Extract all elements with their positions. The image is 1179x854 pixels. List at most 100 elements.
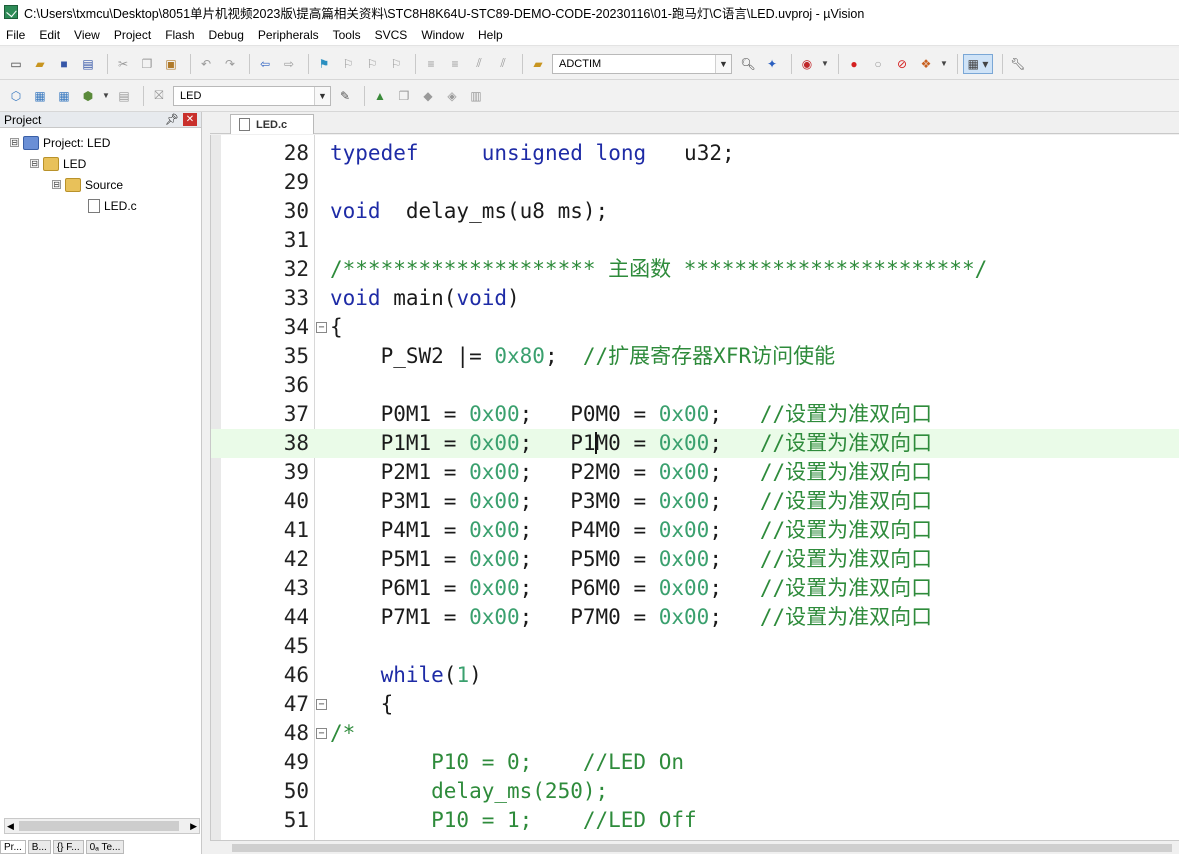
kill-breakpoints-icon[interactable]: ⊘ [892, 54, 912, 74]
scroll-left-icon[interactable]: ◀ [7, 821, 14, 832]
wrench-icon[interactable]: 🔧︎ [1008, 54, 1028, 74]
build-icon[interactable]: ▦ [30, 86, 50, 106]
menu-view[interactable]: View [74, 28, 100, 42]
fold-toggle-icon[interactable]: − [316, 728, 327, 739]
code-line[interactable]: 29 [211, 168, 1179, 197]
fold-toggle-icon[interactable]: − [316, 322, 327, 333]
code-line[interactable]: 50 delay_ms(250); [211, 777, 1179, 806]
code-line[interactable]: 48−/* [211, 719, 1179, 748]
collapse-icon[interactable]: ⊟ [52, 180, 61, 189]
bookmark-icon[interactable]: ⚑ [314, 54, 334, 74]
batch-build-icon[interactable]: ⬢ [78, 86, 98, 106]
stop-build-icon[interactable]: ⛝ [149, 86, 169, 106]
code-line[interactable]: 34−{ [211, 313, 1179, 342]
code-line[interactable]: 45 [211, 632, 1179, 661]
tab-project[interactable]: Pr... [0, 840, 26, 854]
code-editor[interactable]: 28 typedef unsigned long u32; 29 30 void del… [210, 135, 1179, 840]
code-line[interactable]: 30 void delay_ms(u8 ms); [211, 197, 1179, 226]
code-line[interactable]: 33 void main(void) [211, 284, 1179, 313]
tab-led-c[interactable]: LED.c [230, 114, 314, 134]
clear-bookmarks-icon[interactable]: ⚐ [386, 54, 406, 74]
translate-icon[interactable]: ⬡ [6, 86, 26, 106]
target-combo[interactable]: LED ▼ [173, 85, 331, 106]
menu-window[interactable]: Window [421, 28, 464, 42]
code-line[interactable]: 43 P6M1 = 0x00; P6M0 = 0x00; //设置为准双向口 [211, 574, 1179, 603]
menu-flash[interactable]: Flash [165, 28, 194, 42]
menu-svcs[interactable]: SVCS [375, 28, 408, 42]
code-line[interactable]: 42 P5M1 = 0x00; P5M0 = 0x00; //设置为准双向口 [211, 545, 1179, 574]
rebuild-icon[interactable]: ▦ [54, 86, 74, 106]
save-all-icon[interactable]: ▤ [78, 54, 98, 74]
target-options-icon[interactable]: ✎ [335, 86, 355, 106]
manage-components-icon[interactable]: ▲ [370, 86, 390, 106]
scrollbar-thumb[interactable] [19, 821, 179, 831]
fold-toggle-icon[interactable]: − [316, 699, 327, 710]
tab-templates[interactable]: 0ₐ Te... [85, 840, 125, 854]
code-line[interactable]: 41 P4M1 = 0x00; P4M0 = 0x00; //设置为准双向口 [211, 516, 1179, 545]
window-layout-icon[interactable]: ▦ ▾ [963, 53, 993, 74]
tree-node-group[interactable]: ⊟ Source [0, 174, 201, 195]
find-combo[interactable]: ADCTIM ▼ [552, 53, 732, 74]
save-icon[interactable]: ■ [54, 54, 74, 74]
find-icon[interactable]: 🔍︎ [738, 54, 758, 74]
comment-icon[interactable]: ⫽ [469, 54, 489, 74]
breakpoint-icon[interactable]: ● [844, 54, 864, 74]
tab-functions[interactable]: {} F... [52, 840, 84, 854]
chevron-down-icon[interactable]: ▼ [314, 86, 330, 105]
navigate-forward-icon[interactable]: ⇨ [279, 54, 299, 74]
file-extensions-icon[interactable]: ❐ [394, 86, 414, 106]
chevron-down-icon[interactable]: ▼ [821, 54, 829, 74]
menu-file[interactable]: File [6, 28, 25, 42]
find-in-files-icon[interactable]: ▰ [528, 54, 548, 74]
code-line[interactable]: 28 typedef unsigned long u32; [211, 139, 1179, 168]
tab-books[interactable]: B... [27, 840, 51, 854]
navigate-back-icon[interactable]: ⇦ [255, 54, 275, 74]
menu-project[interactable]: Project [114, 28, 151, 42]
horizontal-scrollbar[interactable]: ◀ ▶ [4, 818, 200, 834]
editor-horizontal-scrollbar[interactable] [210, 840, 1179, 854]
manage-rte-icon[interactable]: ▥ [466, 86, 486, 106]
pack-installer-icon[interactable]: ◆ [418, 86, 438, 106]
copy-icon[interactable]: ❐ [137, 54, 157, 74]
collapse-icon[interactable]: ⊟ [30, 159, 39, 168]
undo-icon[interactable]: ↶ [196, 54, 216, 74]
code-line[interactable]: 40 P3M1 = 0x00; P3M0 = 0x00; //设置为准双向口 [211, 487, 1179, 516]
close-icon[interactable]: ✕ [183, 113, 197, 126]
menu-edit[interactable]: Edit [39, 28, 60, 42]
menu-peripherals[interactable]: Peripherals [258, 28, 319, 42]
incremental-find-icon[interactable]: ✦ [762, 54, 782, 74]
menu-tools[interactable]: Tools [333, 28, 361, 42]
new-file-icon[interactable]: ▭ [6, 54, 26, 74]
code-line[interactable]: 32 /******************** 主函数 ************… [211, 255, 1179, 284]
code-line[interactable]: 51 P10 = 1; //LED Off [211, 806, 1179, 835]
redo-icon[interactable]: ↷ [220, 54, 240, 74]
chevron-down-icon[interactable]: ▼ [715, 54, 731, 73]
pin-icon[interactable]: 📌︎ [165, 113, 179, 126]
disable-breakpoint-icon[interactable]: ○ [868, 54, 888, 74]
code-line[interactable]: 38 P1M1 = 0x00; P1M0 = 0x00; //设置为准双向口 [211, 429, 1179, 458]
open-file-icon[interactable]: ▰ [30, 54, 50, 74]
menu-help[interactable]: Help [478, 28, 503, 42]
code-line[interactable]: 37 P0M1 = 0x00; P0M0 = 0x00; //设置为准双向口 [211, 400, 1179, 429]
code-line[interactable]: 31 [211, 226, 1179, 255]
indent-icon[interactable]: ≡ [421, 54, 441, 74]
next-bookmark-icon[interactable]: ⚐ [362, 54, 382, 74]
download-icon[interactable]: ▤ [114, 86, 134, 106]
select-pack-icon[interactable]: ◈ [442, 86, 462, 106]
code-line[interactable]: 39 P2M1 = 0x00; P2M0 = 0x00; //设置为准双向口 [211, 458, 1179, 487]
code-line[interactable]: 36 [211, 371, 1179, 400]
configure-icon[interactable]: ❖ [916, 54, 936, 74]
scroll-right-icon[interactable]: ▶ [190, 821, 197, 832]
code-line[interactable]: 44 P7M1 = 0x00; P7M0 = 0x00; //设置为准双向口 [211, 603, 1179, 632]
paste-icon[interactable]: ▣ [161, 54, 181, 74]
scrollbar-thumb[interactable] [232, 844, 1172, 852]
tree-node-project[interactable]: ⊟ Project: LED [0, 132, 201, 153]
chevron-down-icon[interactable]: ▼ [102, 86, 110, 106]
code-line[interactable]: 35 P_SW2 |= 0x80; //扩展寄存器XFR访问使能 [211, 342, 1179, 371]
debug-session-icon[interactable]: ◉ [797, 54, 817, 74]
uncomment-icon[interactable]: ⫽ [493, 54, 513, 74]
menu-debug[interactable]: Debug [209, 28, 244, 42]
tree-node-target[interactable]: ⊟ LED [0, 153, 201, 174]
prev-bookmark-icon[interactable]: ⚐ [338, 54, 358, 74]
code-line[interactable]: 49 P10 = 0; //LED On [211, 748, 1179, 777]
